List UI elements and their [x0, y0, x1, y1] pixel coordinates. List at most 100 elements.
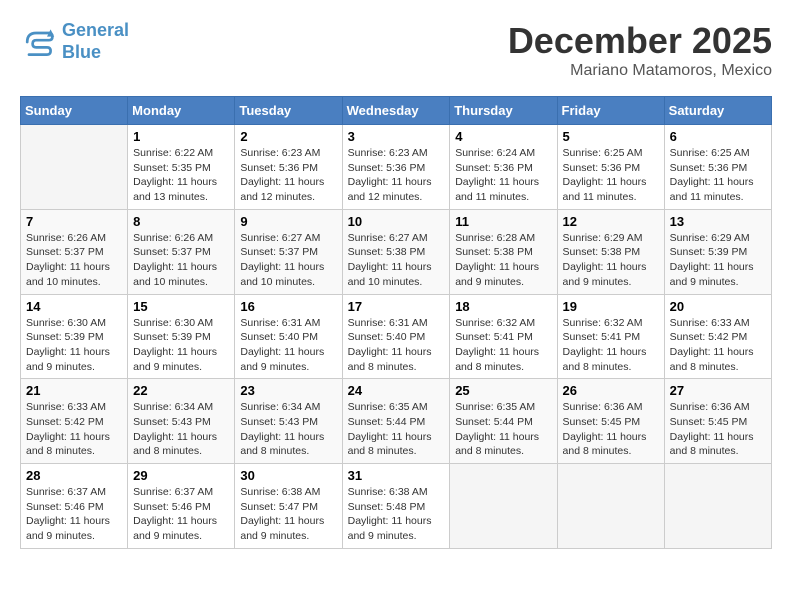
day-info: Sunrise: 6:23 AMSunset: 5:36 PMDaylight:… — [240, 146, 336, 205]
day-info: Sunrise: 6:37 AMSunset: 5:46 PMDaylight:… — [133, 485, 229, 544]
logo-line2: Blue — [62, 42, 101, 62]
day-number: 24 — [348, 383, 445, 398]
day-number: 6 — [670, 129, 766, 144]
day-info: Sunrise: 6:25 AMSunset: 5:36 PMDaylight:… — [670, 146, 766, 205]
day-number: 12 — [563, 214, 659, 229]
day-info: Sunrise: 6:33 AMSunset: 5:42 PMDaylight:… — [26, 400, 122, 459]
calendar-cell: 6 Sunrise: 6:25 AMSunset: 5:36 PMDayligh… — [664, 125, 771, 210]
day-number: 30 — [240, 468, 336, 483]
day-number: 28 — [26, 468, 122, 483]
day-number: 21 — [26, 383, 122, 398]
day-number: 17 — [348, 299, 445, 314]
col-thursday: Thursday — [450, 97, 557, 125]
calendar-table: Sunday Monday Tuesday Wednesday Thursday… — [20, 96, 772, 549]
day-info: Sunrise: 6:27 AMSunset: 5:38 PMDaylight:… — [348, 231, 445, 290]
month-title: December 2025 — [508, 20, 772, 62]
day-info: Sunrise: 6:38 AMSunset: 5:47 PMDaylight:… — [240, 485, 336, 544]
day-number: 10 — [348, 214, 445, 229]
calendar-cell: 3 Sunrise: 6:23 AMSunset: 5:36 PMDayligh… — [342, 125, 450, 210]
calendar-cell: 5 Sunrise: 6:25 AMSunset: 5:36 PMDayligh… — [557, 125, 664, 210]
col-sunday: Sunday — [21, 97, 128, 125]
calendar-week-3: 14 Sunrise: 6:30 AMSunset: 5:39 PMDaylig… — [21, 294, 772, 379]
calendar-cell — [557, 464, 664, 549]
logo: General Blue — [20, 20, 129, 63]
day-info: Sunrise: 6:35 AMSunset: 5:44 PMDaylight:… — [455, 400, 551, 459]
calendar-cell: 11 Sunrise: 6:28 AMSunset: 5:38 PMDaylig… — [450, 209, 557, 294]
calendar-cell: 24 Sunrise: 6:35 AMSunset: 5:44 PMDaylig… — [342, 379, 450, 464]
calendar-cell: 13 Sunrise: 6:29 AMSunset: 5:39 PMDaylig… — [664, 209, 771, 294]
calendar-cell: 2 Sunrise: 6:23 AMSunset: 5:36 PMDayligh… — [235, 125, 342, 210]
calendar-cell: 27 Sunrise: 6:36 AMSunset: 5:45 PMDaylig… — [664, 379, 771, 464]
calendar-cell: 23 Sunrise: 6:34 AMSunset: 5:43 PMDaylig… — [235, 379, 342, 464]
day-number: 1 — [133, 129, 229, 144]
calendar-cell: 22 Sunrise: 6:34 AMSunset: 5:43 PMDaylig… — [128, 379, 235, 464]
calendar-cell: 17 Sunrise: 6:31 AMSunset: 5:40 PMDaylig… — [342, 294, 450, 379]
calendar-cell: 4 Sunrise: 6:24 AMSunset: 5:36 PMDayligh… — [450, 125, 557, 210]
calendar-cell — [450, 464, 557, 549]
calendar-cell: 30 Sunrise: 6:38 AMSunset: 5:47 PMDaylig… — [235, 464, 342, 549]
col-monday: Monday — [128, 97, 235, 125]
day-number: 2 — [240, 129, 336, 144]
day-info: Sunrise: 6:35 AMSunset: 5:44 PMDaylight:… — [348, 400, 445, 459]
day-info: Sunrise: 6:36 AMSunset: 5:45 PMDaylight:… — [670, 400, 766, 459]
calendar-cell: 18 Sunrise: 6:32 AMSunset: 5:41 PMDaylig… — [450, 294, 557, 379]
day-number: 31 — [348, 468, 445, 483]
calendar-week-4: 21 Sunrise: 6:33 AMSunset: 5:42 PMDaylig… — [21, 379, 772, 464]
calendar-cell: 26 Sunrise: 6:36 AMSunset: 5:45 PMDaylig… — [557, 379, 664, 464]
location-subtitle: Mariano Matamoros, Mexico — [508, 62, 772, 80]
day-info: Sunrise: 6:31 AMSunset: 5:40 PMDaylight:… — [240, 316, 336, 375]
title-block: December 2025 Mariano Matamoros, Mexico — [508, 20, 772, 80]
logo-line1: General — [62, 20, 129, 40]
calendar-cell: 21 Sunrise: 6:33 AMSunset: 5:42 PMDaylig… — [21, 379, 128, 464]
calendar-cell: 8 Sunrise: 6:26 AMSunset: 5:37 PMDayligh… — [128, 209, 235, 294]
calendar-cell: 31 Sunrise: 6:38 AMSunset: 5:48 PMDaylig… — [342, 464, 450, 549]
day-number: 22 — [133, 383, 229, 398]
calendar-cell: 25 Sunrise: 6:35 AMSunset: 5:44 PMDaylig… — [450, 379, 557, 464]
calendar-cell: 19 Sunrise: 6:32 AMSunset: 5:41 PMDaylig… — [557, 294, 664, 379]
day-number: 3 — [348, 129, 445, 144]
day-number: 9 — [240, 214, 336, 229]
day-info: Sunrise: 6:37 AMSunset: 5:46 PMDaylight:… — [26, 485, 122, 544]
calendar-cell: 10 Sunrise: 6:27 AMSunset: 5:38 PMDaylig… — [342, 209, 450, 294]
day-info: Sunrise: 6:28 AMSunset: 5:38 PMDaylight:… — [455, 231, 551, 290]
day-number: 14 — [26, 299, 122, 314]
day-info: Sunrise: 6:31 AMSunset: 5:40 PMDaylight:… — [348, 316, 445, 375]
day-info: Sunrise: 6:29 AMSunset: 5:38 PMDaylight:… — [563, 231, 659, 290]
calendar-week-5: 28 Sunrise: 6:37 AMSunset: 5:46 PMDaylig… — [21, 464, 772, 549]
logo-icon — [20, 24, 56, 60]
col-friday: Friday — [557, 97, 664, 125]
day-info: Sunrise: 6:23 AMSunset: 5:36 PMDaylight:… — [348, 146, 445, 205]
calendar-week-2: 7 Sunrise: 6:26 AMSunset: 5:37 PMDayligh… — [21, 209, 772, 294]
day-info: Sunrise: 6:32 AMSunset: 5:41 PMDaylight:… — [455, 316, 551, 375]
calendar-cell: 15 Sunrise: 6:30 AMSunset: 5:39 PMDaylig… — [128, 294, 235, 379]
day-number: 25 — [455, 383, 551, 398]
day-number: 27 — [670, 383, 766, 398]
day-info: Sunrise: 6:25 AMSunset: 5:36 PMDaylight:… — [563, 146, 659, 205]
day-info: Sunrise: 6:24 AMSunset: 5:36 PMDaylight:… — [455, 146, 551, 205]
day-number: 23 — [240, 383, 336, 398]
col-saturday: Saturday — [664, 97, 771, 125]
day-info: Sunrise: 6:38 AMSunset: 5:48 PMDaylight:… — [348, 485, 445, 544]
day-info: Sunrise: 6:30 AMSunset: 5:39 PMDaylight:… — [26, 316, 122, 375]
day-info: Sunrise: 6:30 AMSunset: 5:39 PMDaylight:… — [133, 316, 229, 375]
day-info: Sunrise: 6:27 AMSunset: 5:37 PMDaylight:… — [240, 231, 336, 290]
calendar-cell: 12 Sunrise: 6:29 AMSunset: 5:38 PMDaylig… — [557, 209, 664, 294]
col-tuesday: Tuesday — [235, 97, 342, 125]
day-number: 11 — [455, 214, 551, 229]
day-number: 16 — [240, 299, 336, 314]
day-number: 13 — [670, 214, 766, 229]
day-number: 5 — [563, 129, 659, 144]
day-info: Sunrise: 6:22 AMSunset: 5:35 PMDaylight:… — [133, 146, 229, 205]
day-info: Sunrise: 6:33 AMSunset: 5:42 PMDaylight:… — [670, 316, 766, 375]
calendar-cell: 14 Sunrise: 6:30 AMSunset: 5:39 PMDaylig… — [21, 294, 128, 379]
calendar-cell: 1 Sunrise: 6:22 AMSunset: 5:35 PMDayligh… — [128, 125, 235, 210]
day-number: 15 — [133, 299, 229, 314]
calendar-cell: 29 Sunrise: 6:37 AMSunset: 5:46 PMDaylig… — [128, 464, 235, 549]
day-number: 7 — [26, 214, 122, 229]
day-info: Sunrise: 6:36 AMSunset: 5:45 PMDaylight:… — [563, 400, 659, 459]
day-number: 26 — [563, 383, 659, 398]
day-info: Sunrise: 6:26 AMSunset: 5:37 PMDaylight:… — [133, 231, 229, 290]
day-number: 19 — [563, 299, 659, 314]
day-number: 29 — [133, 468, 229, 483]
day-info: Sunrise: 6:29 AMSunset: 5:39 PMDaylight:… — [670, 231, 766, 290]
